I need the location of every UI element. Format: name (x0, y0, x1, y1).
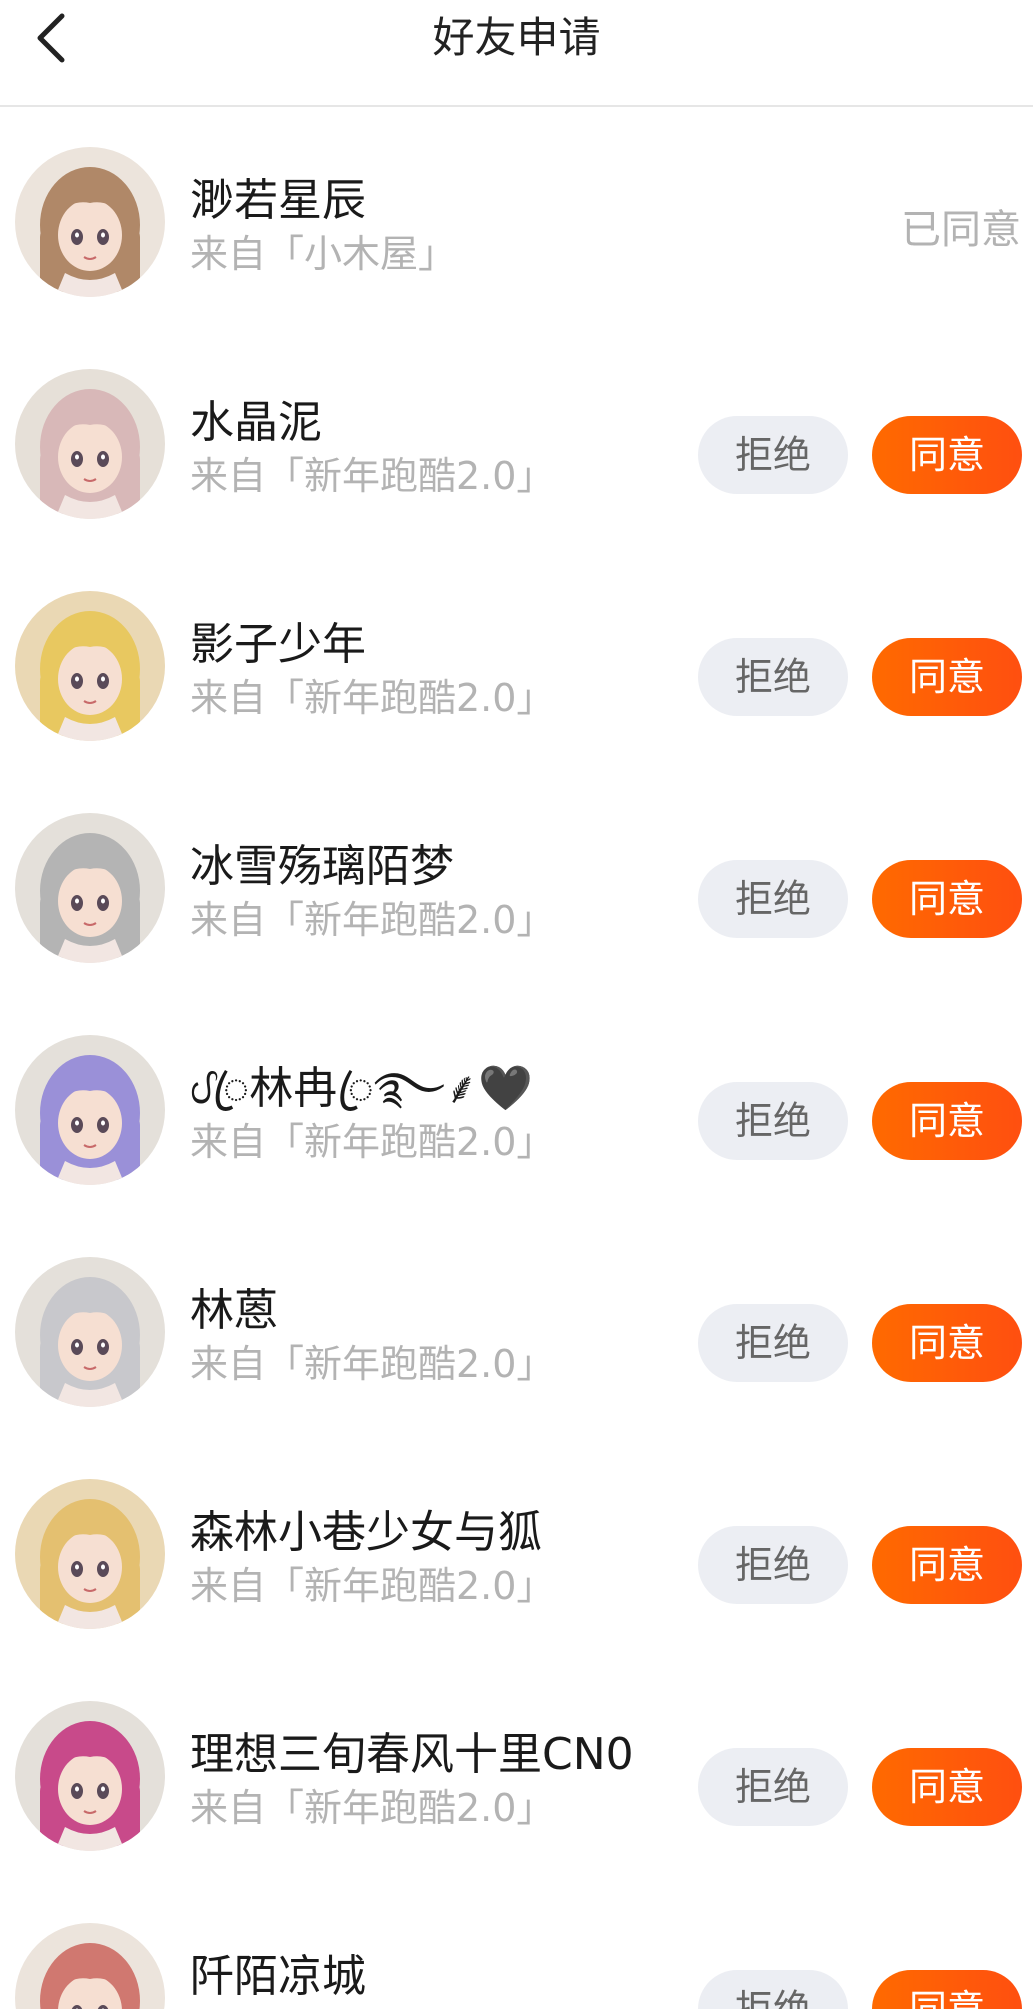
request-source: 来自「小木屋」 (190, 232, 457, 276)
requester-name: 冰雪殇璃陌梦 (190, 841, 454, 892)
friend-request-row: 林蒽 来自「新年跑酷2.0」 拒绝 同意 (0, 1217, 1033, 1439)
avatar[interactable] (15, 147, 165, 297)
request-source: 来自「新年跑酷2.0」 (190, 676, 555, 720)
accept-button[interactable]: 同意 (872, 416, 1022, 494)
reject-button[interactable]: 拒绝 (698, 1526, 848, 1604)
request-source: 来自「新年跑酷2.0」 (190, 1786, 555, 1830)
avatar[interactable] (15, 1701, 165, 1851)
reject-button[interactable]: 拒绝 (698, 1748, 848, 1826)
reject-button[interactable]: 拒绝 (698, 416, 848, 494)
friend-request-row: 水晶泥 来自「新年跑酷2.0」 拒绝 同意 (0, 329, 1033, 551)
requester-name: 水晶泥 (190, 397, 322, 448)
friend-request-row: 影子少年 来自「新年跑酷2.0」 拒绝 同意 (0, 551, 1033, 773)
friend-request-row: 森林小巷少女与狐 来自「新年跑酷2.0」 拒绝 同意 (0, 1439, 1033, 1661)
request-source: 来自「新年跑酷2.0」 (190, 454, 555, 498)
accept-button[interactable]: 同意 (872, 860, 1022, 938)
request-source: 来自「新年跑酷2.0」 (190, 1120, 555, 1164)
accept-button[interactable]: 同意 (872, 1748, 1022, 1826)
avatar[interactable] (15, 1923, 165, 2009)
accept-button[interactable]: 同意 (872, 1082, 1022, 1160)
accept-button[interactable]: 同意 (872, 1526, 1022, 1604)
status-accepted: 已同意 (901, 207, 1021, 253)
friend-request-row: 理想三旬春风十里CN0 来自「新年跑酷2.0」 拒绝 同意 (0, 1661, 1033, 1883)
requester-name: 渺若星辰 (190, 175, 366, 226)
requester-name: 林蒽 (190, 1285, 278, 1336)
reject-button[interactable]: 拒绝 (698, 638, 848, 716)
request-source: 来自「新年跑酷2.0」 (190, 898, 555, 942)
friend-request-row: 阡陌凉城 拒绝 同意 (0, 1883, 1033, 2009)
reject-button[interactable]: 拒绝 (698, 1082, 848, 1160)
request-source: 来自「新年跑酷2.0」 (190, 1564, 555, 1608)
avatar[interactable] (15, 1479, 165, 1629)
reject-button[interactable]: 拒绝 (698, 1304, 848, 1382)
friend-request-row: 冰雪殇璃陌梦 来自「新年跑酷2.0」 拒绝 同意 (0, 773, 1033, 995)
accept-button[interactable]: 同意 (872, 638, 1022, 716)
reject-button[interactable]: 拒绝 (698, 1970, 848, 2009)
avatar[interactable] (15, 1035, 165, 1185)
avatar[interactable] (15, 369, 165, 519)
accept-button[interactable]: 同意 (872, 1970, 1022, 2009)
requester-name: 阡陌凉城 (190, 1951, 366, 2002)
avatar[interactable] (15, 813, 165, 963)
request-source: 来自「新年跑酷2.0」 (190, 1342, 555, 1386)
friend-request-row: 渺若星辰 来自「小木屋」 已同意 (0, 107, 1033, 329)
header-bar: 好友申请 (0, 0, 1033, 107)
avatar[interactable] (15, 591, 165, 741)
reject-button[interactable]: 拒绝 (698, 860, 848, 938)
friend-request-list: 渺若星辰 来自「小木屋」 已同意 水晶泥 来自「新年跑酷2.0」 拒绝 同意 影… (0, 107, 1033, 2009)
requester-name: ᦔꦿ林冉ꦿ࿐⸙🖤 (190, 1063, 533, 1114)
requester-name: 影子少年 (190, 619, 366, 670)
requester-name: 森林小巷少女与狐 (190, 1507, 542, 1558)
avatar[interactable] (15, 1257, 165, 1407)
requester-name: 理想三旬春风十里CN0 (190, 1729, 634, 1780)
friend-request-row: ᦔꦿ林冉ꦿ࿐⸙🖤 来自「新年跑酷2.0」 拒绝 同意 (0, 995, 1033, 1217)
accept-button[interactable]: 同意 (872, 1304, 1022, 1382)
page-title: 好友申请 (432, 13, 601, 62)
